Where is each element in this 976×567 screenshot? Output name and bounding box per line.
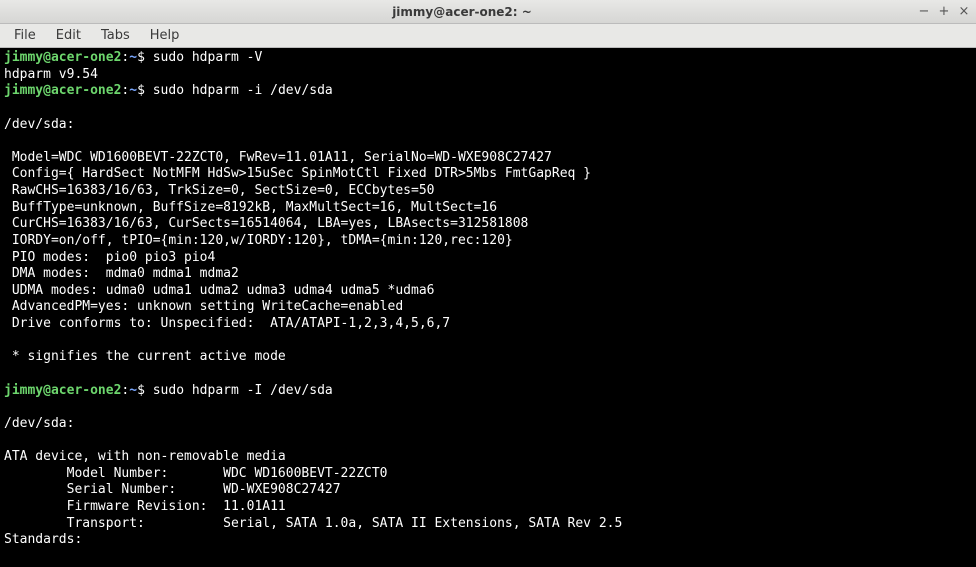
prompt-user: jimmy@acer-one2 bbox=[4, 50, 121, 65]
menubar: File Edit Tabs Help bbox=[0, 24, 976, 48]
command-1: sudo hdparm -V bbox=[153, 50, 263, 65]
output-line: RawCHS=16383/16/63, TrkSize=0, SectSize=… bbox=[4, 183, 434, 198]
output-line: Model Number: WDC WD1600BEVT-22ZCT0 bbox=[4, 466, 388, 481]
prompt-user: jimmy@acer-one2 bbox=[4, 83, 121, 98]
prompt-dollar: $ bbox=[137, 383, 145, 398]
output-line: DMA modes: mdma0 mdma1 mdma2 bbox=[4, 266, 239, 281]
output-line: UDMA modes: udma0 udma1 udma2 udma3 udma… bbox=[4, 283, 434, 298]
output-line: Config={ HardSect NotMFM HdSw>15uSec Spi… bbox=[4, 166, 591, 181]
output-line: CurCHS=16383/16/63, CurSects=16514064, L… bbox=[4, 216, 528, 231]
output-line: /dev/sda: bbox=[4, 416, 74, 431]
prompt-dollar: $ bbox=[137, 83, 145, 98]
menu-edit[interactable]: Edit bbox=[48, 26, 89, 45]
output-line: Standards: bbox=[4, 532, 82, 547]
output-line: Transport: Serial, SATA 1.0a, SATA II Ex… bbox=[4, 516, 622, 531]
prompt-user: jimmy@acer-one2 bbox=[4, 383, 121, 398]
output-line: Serial Number: WD-WXE908C27427 bbox=[4, 482, 341, 497]
output-line: IORDY=on/off, tPIO={min:120,w/IORDY:120}… bbox=[4, 233, 513, 248]
output-line: Firmware Revision: 11.01A11 bbox=[4, 499, 286, 514]
output-line: AdvancedPM=yes: unknown setting WriteCac… bbox=[4, 299, 403, 314]
output-line: * signifies the current active mode bbox=[4, 349, 286, 364]
command-3: sudo hdparm -I /dev/sda bbox=[153, 383, 333, 398]
output-line: BuffType=unknown, BuffSize=8192kB, MaxMu… bbox=[4, 200, 497, 215]
window-title: jimmy@acer-one2: ~ bbox=[6, 5, 918, 19]
output-line: PIO modes: pio0 pio3 pio4 bbox=[4, 250, 215, 265]
prompt-dollar: $ bbox=[137, 50, 145, 65]
menu-file[interactable]: File bbox=[6, 26, 44, 45]
menu-tabs[interactable]: Tabs bbox=[93, 26, 138, 45]
terminal-area[interactable]: jimmy@acer-one2:~$ sudo hdparm -V hdparm… bbox=[0, 48, 976, 567]
output-line: Model=WDC WD1600BEVT-22ZCT0, FwRev=11.01… bbox=[4, 150, 552, 165]
output-line: ATA device, with non-removable media bbox=[4, 449, 286, 464]
prompt-path: ~ bbox=[129, 50, 137, 65]
output-line: Drive conforms to: Unspecified: ATA/ATAP… bbox=[4, 316, 450, 331]
output-1: hdparm v9.54 bbox=[4, 67, 98, 82]
maximize-icon[interactable]: + bbox=[938, 6, 950, 18]
prompt-path: ~ bbox=[129, 383, 137, 398]
prompt-path: ~ bbox=[129, 83, 137, 98]
window-controls: − + × bbox=[918, 6, 970, 18]
close-icon[interactable]: × bbox=[958, 6, 970, 18]
menu-help[interactable]: Help bbox=[142, 26, 188, 45]
output-line: /dev/sda: bbox=[4, 117, 74, 132]
minimize-icon[interactable]: − bbox=[918, 6, 930, 18]
command-2: sudo hdparm -i /dev/sda bbox=[153, 83, 333, 98]
window-titlebar: jimmy@acer-one2: ~ − + × bbox=[0, 0, 976, 24]
